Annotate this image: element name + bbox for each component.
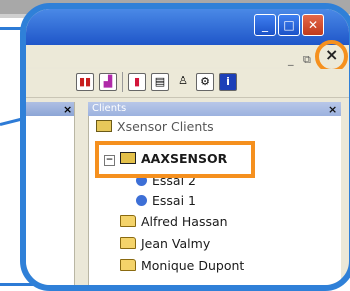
session-icon — [136, 195, 147, 206]
toolbar-separator — [122, 72, 123, 92]
document-icon[interactable]: ▤ — [151, 73, 169, 91]
tree-item-label: Essai 1 — [152, 193, 196, 208]
tree-root-label: Xsensor Clients — [117, 119, 214, 134]
columns-icon[interactable]: ▮▮ — [76, 73, 94, 91]
chart-icon[interactable]: ▟ — [99, 73, 117, 91]
window-close-button[interactable]: ✕ — [302, 14, 324, 36]
folder-icon — [120, 215, 136, 227]
folder-icon — [120, 237, 136, 249]
sensor-settings-icon[interactable]: ⚙ — [196, 73, 214, 91]
tree-item-client[interactable]: Monique Dupont — [120, 258, 244, 278]
tree-item-label: Jean Valmy — [141, 236, 211, 251]
left-pane-close-button[interactable]: × — [63, 103, 72, 116]
mdi-restore-button[interactable]: ⧉ — [303, 53, 311, 67]
window-maximize-button[interactable]: □ — [278, 14, 300, 36]
left-pane — [26, 102, 75, 285]
tree-item-label: Monique Dupont — [141, 258, 245, 273]
tree-item-essai-1[interactable]: Essai 1 — [136, 193, 196, 213]
title-bar — [26, 9, 349, 45]
tree-root[interactable]: Xsensor Clients — [96, 119, 214, 139]
folder-icon — [120, 259, 136, 271]
selection-highlight — [95, 141, 255, 178]
clients-root-icon — [96, 120, 112, 132]
tree-item-client[interactable]: Alfred Hassan — [120, 214, 228, 234]
minimize-icon: _ — [262, 18, 268, 32]
record-icon[interactable]: ▮ — [128, 73, 146, 91]
mdi-menu-bar — [26, 45, 349, 67]
window-minimize-button[interactable]: _ — [254, 14, 276, 36]
mdi-minimize-button[interactable]: _ — [288, 53, 294, 66]
info-icon[interactable]: i — [219, 73, 237, 91]
magnifier-frame: _ □ ✕ _ ⧉ × ▮▮ ▟ ▮ ▤ ♙ ⚙ i × Clients × X… — [20, 3, 350, 291]
clients-pane-title: Clients — [92, 103, 127, 114]
clients-pane-close-button[interactable]: × — [328, 103, 337, 116]
close-icon: ✕ — [307, 18, 319, 32]
tree-item-label: Alfred Hassan — [141, 214, 228, 229]
maximize-icon: □ — [283, 18, 295, 32]
person-icon[interactable]: ♙ — [174, 73, 192, 91]
tree-item-client[interactable]: Jean Valmy — [120, 236, 210, 256]
